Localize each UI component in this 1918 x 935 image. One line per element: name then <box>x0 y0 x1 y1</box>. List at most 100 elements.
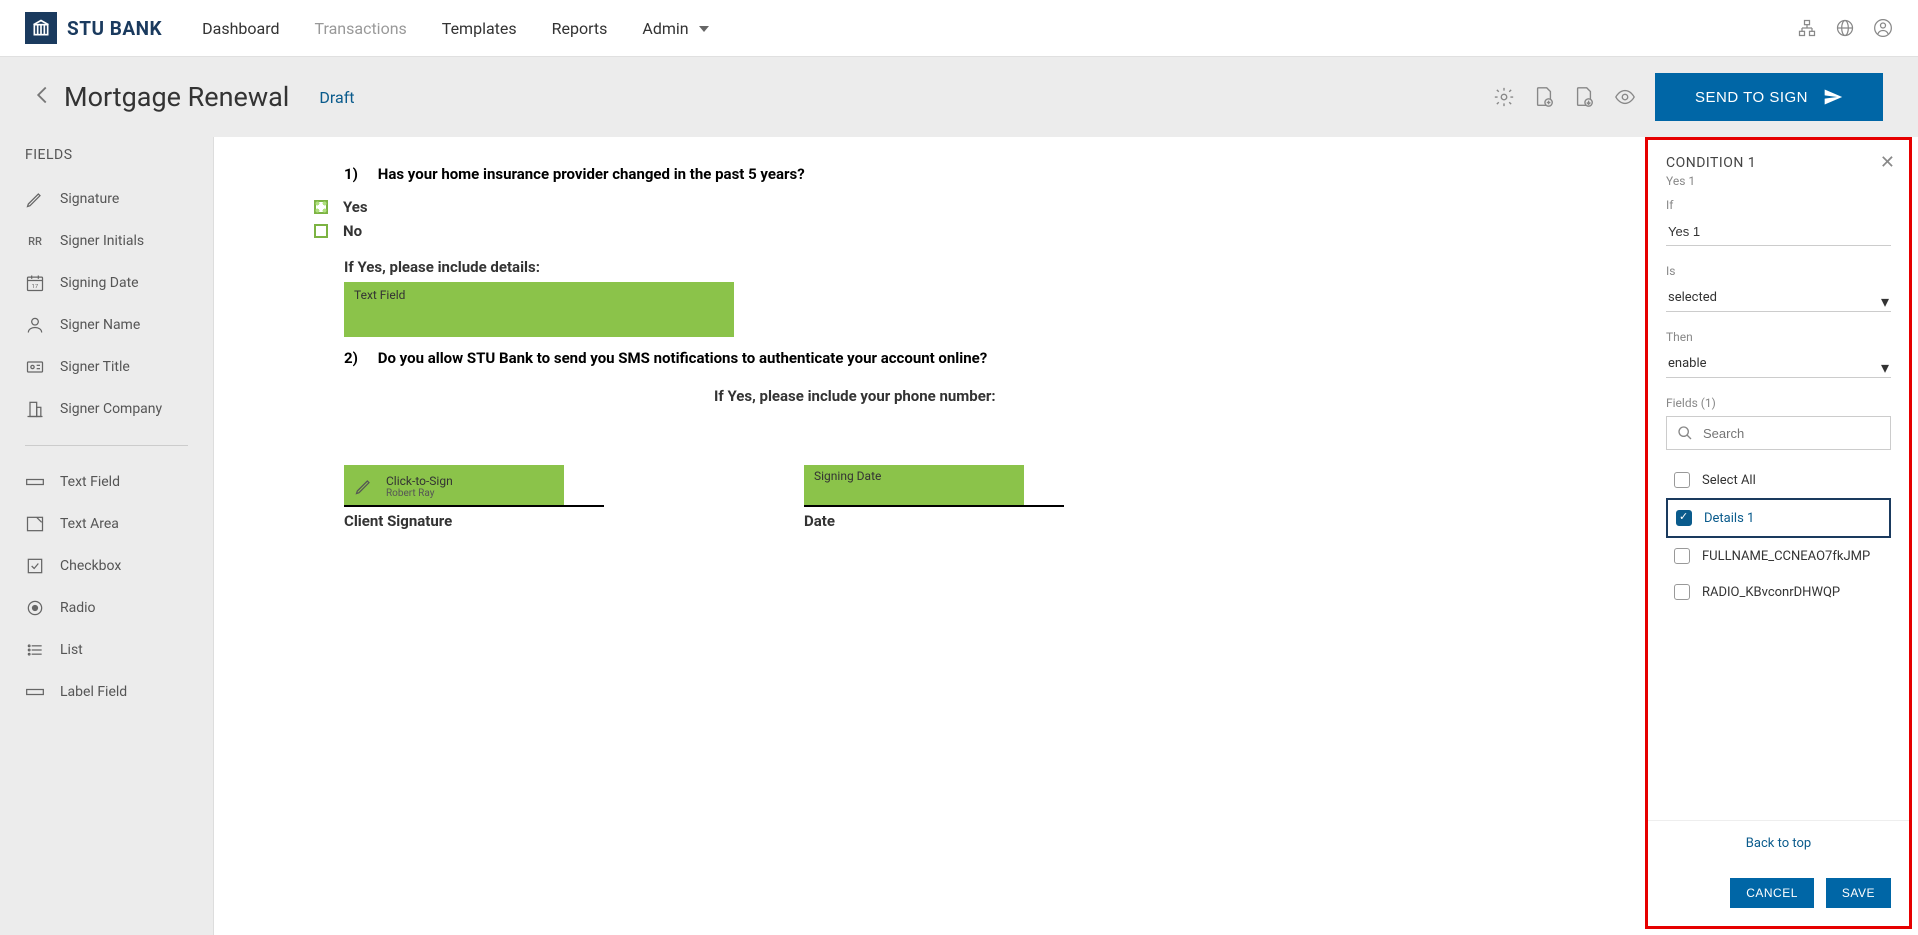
close-icon[interactable]: ✕ <box>1880 152 1895 173</box>
user-icon[interactable] <box>1873 18 1893 38</box>
field-signer-title[interactable]: Signer Title <box>0 346 213 388</box>
field-label: Signer Title <box>60 359 130 375</box>
list-icon <box>25 640 45 660</box>
textfield-icon <box>25 472 45 492</box>
fields-sidebar: FIELDS Signature RR Signer Initials 17 S… <box>0 137 213 935</box>
question-1: 1) Has your home insurance provider chan… <box>344 165 1788 183</box>
panel-body: If Is selected ▾ Then enable ▾ Fields (1… <box>1648 198 1909 820</box>
top-nav: STU BANK Dashboard Transactions Template… <box>0 0 1918 57</box>
radio-no-box <box>314 224 328 238</box>
page-title: Mortgage Renewal <box>64 81 289 113</box>
field-radio[interactable]: Radio <box>0 587 213 629</box>
search-input[interactable] <box>1703 426 1880 441</box>
field-label: Signer Name <box>60 317 140 333</box>
sub-header: Mortgage Renewal Draft SEND TO SIGN <box>0 57 1918 137</box>
q1-detail-prompt: If Yes, please include details: <box>344 258 1788 276</box>
back-to-top-link[interactable]: Back to top <box>1648 820 1909 866</box>
field-text-area[interactable]: Text Area <box>0 503 213 545</box>
q1-number: 1) <box>344 165 374 183</box>
field-label[interactable]: Label Field <box>0 671 213 713</box>
send-to-sign-button[interactable]: SEND TO SIGN <box>1655 73 1883 121</box>
fields-label: Fields (1) <box>1666 396 1891 410</box>
date-field[interactable]: Signing Date <box>804 465 1024 507</box>
select-all-row[interactable]: Select All <box>1666 462 1891 498</box>
is-label: Is <box>1666 264 1891 278</box>
field-list[interactable]: List <box>0 629 213 671</box>
pen-icon <box>25 189 45 209</box>
field-label: Signing Date <box>60 275 139 291</box>
radio-no-label: No <box>343 222 362 240</box>
checkbox-icon <box>25 556 45 576</box>
nav-reports[interactable]: Reports <box>552 19 608 38</box>
back-chevron-icon[interactable] <box>35 85 49 110</box>
search-icon <box>1677 425 1693 441</box>
cancel-button[interactable]: CANCEL <box>1730 878 1814 908</box>
date-field-label: Signing Date <box>814 469 881 483</box>
svg-text:17: 17 <box>32 284 39 290</box>
search-box[interactable] <box>1666 416 1891 450</box>
text-field-placeholder: Text Field <box>354 288 405 302</box>
q1-radio-group: Yes No <box>314 195 1788 243</box>
sig-click-label: Click-to-Sign <box>386 474 453 488</box>
globe-icon[interactable] <box>1835 18 1855 38</box>
sitemap-icon[interactable] <box>1797 18 1817 38</box>
item-label: FULLNAME_CCNEAO7fkJMP <box>1702 549 1870 564</box>
then-select[interactable]: enable <box>1666 350 1891 378</box>
field-initials[interactable]: RR Signer Initials <box>0 220 213 262</box>
initials-icon: RR <box>25 231 45 251</box>
textarea-icon <box>25 514 45 534</box>
field-checkbox[interactable]: Checkbox <box>0 545 213 587</box>
badge-icon <box>25 357 45 377</box>
nav-items: Dashboard Transactions Templates Reports… <box>202 19 709 38</box>
signature-field[interactable]: Click-to-Sign Robert Ray <box>344 465 564 507</box>
eye-icon[interactable] <box>1613 86 1637 108</box>
field-label: Radio <box>60 600 96 616</box>
main: FIELDS Signature RR Signer Initials 17 S… <box>0 137 1918 935</box>
label-icon <box>25 682 45 702</box>
gear-icon[interactable] <box>1493 86 1515 108</box>
nav-dashboard[interactable]: Dashboard <box>202 19 279 38</box>
radio-yes-label: Yes <box>343 198 368 216</box>
save-button[interactable]: SAVE <box>1826 878 1891 908</box>
sidebar-divider <box>25 445 188 446</box>
is-select[interactable]: selected <box>1666 284 1891 312</box>
q1-text: Has your home insurance provider changed… <box>378 165 805 183</box>
if-input[interactable] <box>1666 218 1891 246</box>
radio-no[interactable]: No <box>314 219 1788 243</box>
field-item-details1[interactable]: Details 1 <box>1666 498 1891 538</box>
item-label: Details 1 <box>1704 511 1754 526</box>
nav-templates[interactable]: Templates <box>442 19 517 38</box>
field-text-field[interactable]: Text Field <box>0 461 213 503</box>
checkbox <box>1674 548 1690 564</box>
details-text-field[interactable]: Text Field <box>344 282 734 337</box>
doc-down-icon[interactable] <box>1573 86 1595 108</box>
select-all-label: Select All <box>1702 473 1756 488</box>
sig-line <box>344 505 604 507</box>
then-label: Then <box>1666 330 1891 344</box>
nav-transactions[interactable]: Transactions <box>315 19 407 38</box>
field-signature[interactable]: Signature <box>0 178 213 220</box>
logo[interactable]: STU BANK <box>25 12 162 44</box>
field-signer-name[interactable]: Signer Name <box>0 304 213 346</box>
date-block: Signing Date Date <box>804 465 1064 530</box>
field-label: Text Field <box>60 474 120 490</box>
field-signer-company[interactable]: Signer Company <box>0 388 213 430</box>
pen-icon <box>354 476 374 496</box>
field-label: Checkbox <box>60 558 121 574</box>
condition-panel: CONDITION 1 Yes 1 ✕ If Is selected ▾ The… <box>1645 137 1912 929</box>
logo-icon <box>25 12 57 44</box>
field-label: Signer Initials <box>60 233 144 249</box>
logo-text: STU BANK <box>67 17 162 40</box>
if-label: If <box>1666 198 1891 212</box>
field-label: Signer Company <box>60 401 162 417</box>
field-label: Label Field <box>60 684 127 700</box>
sub-header-actions: SEND TO SIGN <box>1493 73 1883 121</box>
field-item-fullname[interactable]: FULLNAME_CCNEAO7fkJMP <box>1666 538 1891 574</box>
field-item-radio[interactable]: RADIO_KBvconrDHWQP <box>1666 574 1891 610</box>
field-signing-date[interactable]: 17 Signing Date <box>0 262 213 304</box>
doc-plus-icon[interactable] <box>1533 86 1555 108</box>
send-button-label: SEND TO SIGN <box>1695 89 1808 106</box>
nav-admin[interactable]: Admin <box>642 19 708 38</box>
q2-number: 2) <box>344 349 374 367</box>
radio-yes[interactable]: Yes <box>314 195 1788 219</box>
